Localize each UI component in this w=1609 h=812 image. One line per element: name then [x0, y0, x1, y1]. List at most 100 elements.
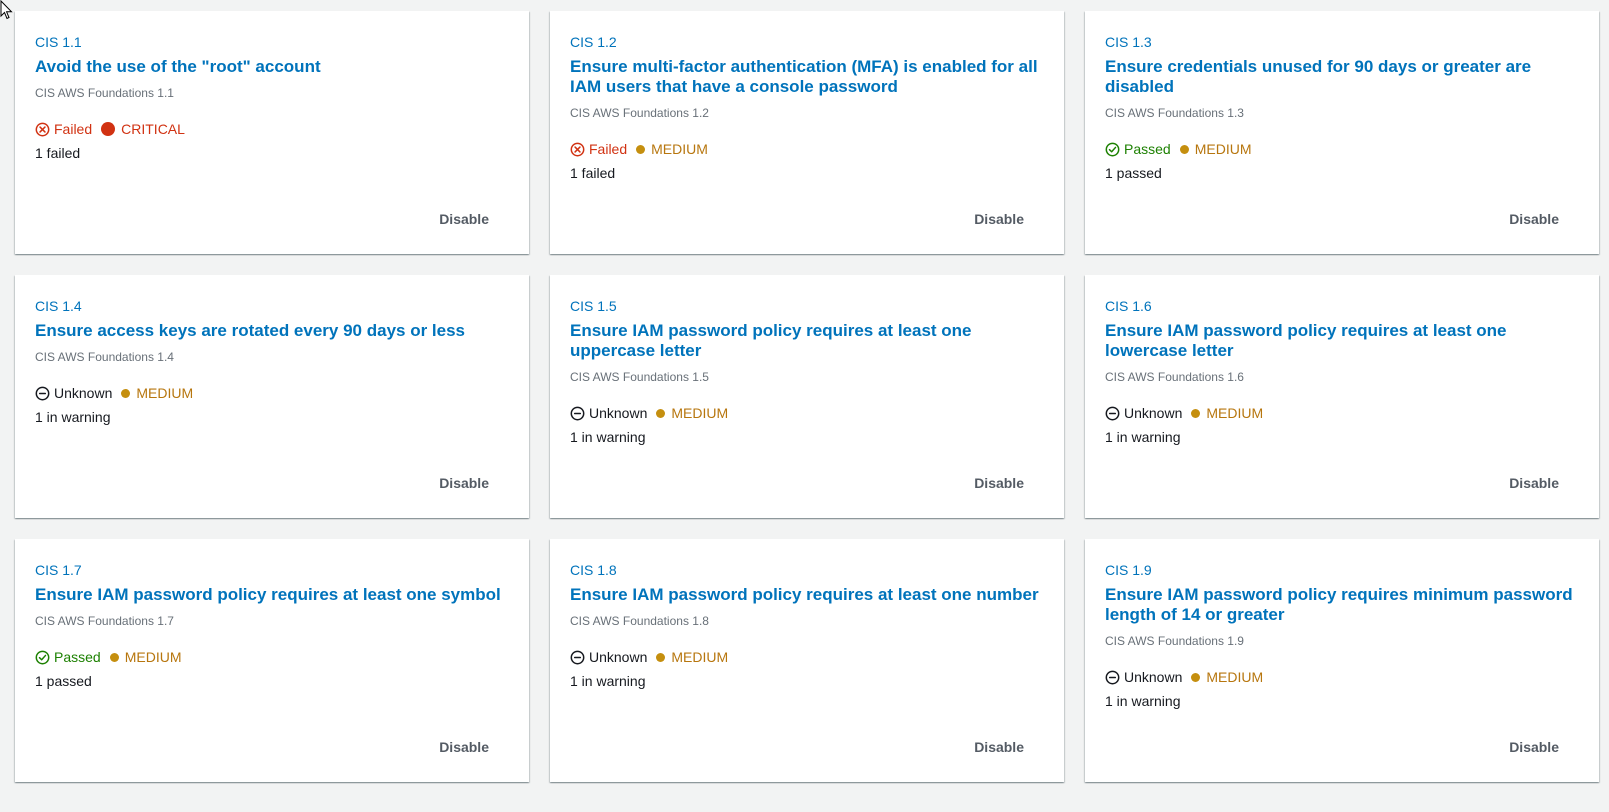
severity-dot-icon — [109, 652, 119, 662]
severity-label: MEDIUM — [671, 649, 729, 665]
disable-button[interactable]: Disable — [439, 739, 489, 755]
status-label: Unknown — [1124, 405, 1183, 421]
findings-count: 1 in warning — [35, 409, 111, 425]
status-indicator: Unknown — [1105, 669, 1182, 685]
status-indicator: Failed — [570, 141, 627, 157]
control-standard: CIS AWS Foundations 1.6 — [1105, 370, 1244, 384]
control-title-link[interactable]: Ensure access keys are rotated every 90 … — [35, 321, 505, 341]
control-card: CIS 1.2 Ensure multi-factor authenticati… — [550, 11, 1064, 254]
status-row: Unknown MEDIUM — [570, 404, 1044, 422]
disable-button[interactable]: Disable — [974, 211, 1024, 227]
control-title-link[interactable]: Ensure multi-factor authentication (MFA)… — [570, 57, 1040, 97]
control-title-link[interactable]: Ensure IAM password policy requires mini… — [1105, 585, 1575, 625]
status-indicator: Unknown — [35, 385, 112, 401]
status-row: Passed MEDIUM — [1105, 140, 1579, 158]
minus-circle-icon — [1105, 406, 1124, 421]
severity-label: MEDIUM — [124, 649, 182, 665]
minus-circle-icon — [570, 406, 589, 421]
findings-count: 1 in warning — [1105, 429, 1181, 445]
control-card: CIS 1.1 Avoid the use of the "root" acco… — [15, 11, 529, 254]
disable-button[interactable]: Disable — [974, 475, 1024, 491]
security-controls-grid: CIS 1.1 Avoid the use of the "root" acco… — [15, 11, 1599, 782]
severity-badge: MEDIUM — [1191, 405, 1263, 421]
control-standard: CIS AWS Foundations 1.3 — [1105, 106, 1244, 120]
minus-circle-icon — [35, 386, 54, 401]
status-row: Failed CRITICAL — [35, 120, 509, 138]
control-title-link[interactable]: Ensure IAM password policy requires at l… — [1105, 321, 1575, 361]
control-title-link[interactable]: Avoid the use of the "root" account — [35, 57, 505, 77]
control-id-link[interactable]: CIS 1.8 — [570, 561, 617, 579]
control-id-link[interactable]: CIS 1.2 — [570, 33, 617, 51]
disable-button[interactable]: Disable — [1509, 475, 1559, 491]
status-indicator: Unknown — [1105, 405, 1182, 421]
severity-dot-icon — [1179, 144, 1189, 154]
disable-button[interactable]: Disable — [1509, 211, 1559, 227]
minus-circle-icon — [570, 650, 589, 665]
severity-dot-icon — [636, 144, 646, 154]
disable-button[interactable]: Disable — [974, 739, 1024, 755]
control-id-link[interactable]: CIS 1.6 — [1105, 297, 1152, 315]
control-card: CIS 1.6 Ensure IAM password policy requi… — [1085, 275, 1599, 518]
control-standard: CIS AWS Foundations 1.5 — [570, 370, 709, 384]
severity-label: MEDIUM — [1194, 141, 1252, 157]
control-id-link[interactable]: CIS 1.4 — [35, 297, 82, 315]
status-label: Unknown — [589, 405, 648, 421]
status-indicator: Failed — [35, 121, 92, 137]
findings-count: 1 in warning — [1105, 693, 1181, 709]
control-title-link[interactable]: Ensure IAM password policy requires at l… — [570, 321, 1040, 361]
status-label: Failed — [54, 121, 93, 137]
check-circle-icon — [35, 650, 54, 665]
status-indicator: Passed — [35, 649, 101, 665]
control-id-link[interactable]: CIS 1.5 — [570, 297, 617, 315]
disable-button[interactable]: Disable — [439, 475, 489, 491]
status-row: Unknown MEDIUM — [1105, 404, 1579, 422]
disable-button[interactable]: Disable — [439, 211, 489, 227]
control-card: CIS 1.9 Ensure IAM password policy requi… — [1085, 539, 1599, 782]
control-title-link[interactable]: Ensure IAM password policy requires at l… — [570, 585, 1040, 605]
control-id-link[interactable]: CIS 1.1 — [35, 33, 82, 51]
status-label: Passed — [1124, 141, 1171, 157]
control-title-link[interactable]: Ensure credentials unused for 90 days or… — [1105, 57, 1575, 97]
findings-count: 1 failed — [570, 165, 616, 181]
status-indicator: Unknown — [570, 405, 647, 421]
status-label: Failed — [589, 141, 628, 157]
status-row: Passed MEDIUM — [35, 648, 509, 666]
status-row: Unknown MEDIUM — [35, 384, 509, 402]
severity-label: MEDIUM — [136, 385, 194, 401]
severity-badge: MEDIUM — [1179, 141, 1252, 157]
severity-label: MEDIUM — [651, 141, 708, 157]
findings-count: 1 failed — [35, 145, 81, 161]
control-id-link[interactable]: CIS 1.9 — [1105, 561, 1152, 579]
control-card: CIS 1.5 Ensure IAM password policy requi… — [550, 275, 1064, 518]
control-card: CIS 1.4 Ensure access keys are rotated e… — [15, 275, 529, 518]
severity-dot-icon — [101, 122, 116, 136]
severity-badge: MEDIUM — [109, 649, 182, 665]
control-title-link[interactable]: Ensure IAM password policy requires at l… — [35, 585, 505, 605]
control-standard: CIS AWS Foundations 1.4 — [35, 350, 174, 364]
findings-count: 1 in warning — [570, 429, 646, 445]
control-card: CIS 1.3 Ensure credentials unused for 90… — [1085, 11, 1599, 254]
minus-circle-icon — [1105, 670, 1124, 685]
severity-label: CRITICAL — [121, 121, 185, 137]
control-standard: CIS AWS Foundations 1.2 — [570, 106, 709, 120]
severity-badge: CRITICAL — [101, 121, 185, 137]
findings-count: 1 passed — [1105, 165, 1162, 181]
control-standard: CIS AWS Foundations 1.8 — [570, 614, 709, 628]
findings-count: 1 in warning — [570, 673, 646, 689]
status-label: Unknown — [1124, 669, 1183, 685]
severity-badge: MEDIUM — [636, 141, 708, 157]
status-row: Unknown MEDIUM — [570, 648, 1044, 666]
status-label: Passed — [54, 649, 101, 665]
control-card: CIS 1.8 Ensure IAM password policy requi… — [550, 539, 1064, 782]
check-circle-icon — [1105, 142, 1124, 157]
control-id-link[interactable]: CIS 1.7 — [35, 561, 82, 579]
severity-dot-icon — [656, 408, 666, 418]
status-indicator: Unknown — [570, 649, 647, 665]
control-standard: CIS AWS Foundations 1.1 — [35, 86, 174, 100]
severity-badge: MEDIUM — [656, 405, 728, 421]
status-label: Unknown — [54, 385, 113, 401]
disable-button[interactable]: Disable — [1509, 739, 1559, 755]
severity-dot-icon — [656, 652, 666, 662]
control-id-link[interactable]: CIS 1.3 — [1105, 33, 1152, 51]
severity-dot-icon — [1191, 672, 1201, 682]
